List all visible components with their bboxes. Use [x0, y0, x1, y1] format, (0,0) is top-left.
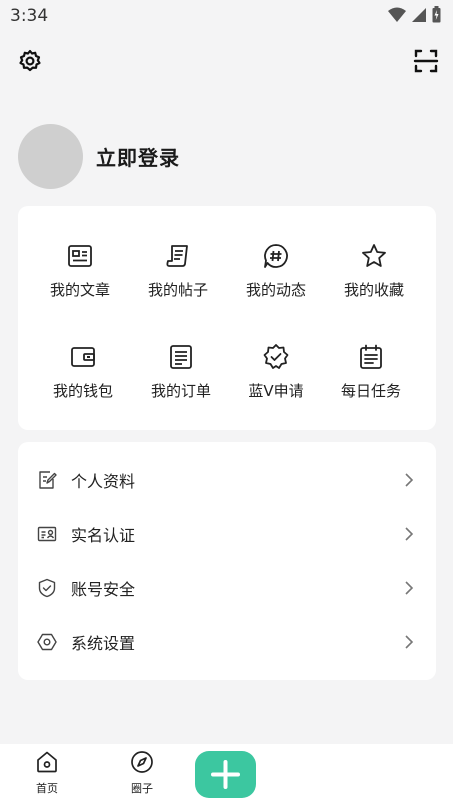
post-icon [166, 245, 188, 267]
grid-label: 我的收藏 [343, 281, 404, 299]
star-icon [362, 244, 386, 267]
avatar[interactable] [18, 123, 83, 189]
home-icon [37, 751, 57, 773]
grid-label: 我的动态 [245, 281, 306, 299]
edit-profile-icon [39, 471, 57, 489]
chevron-right-icon [405, 581, 414, 595]
scan-button[interactable] [413, 48, 439, 74]
settings-list-card: 个人资料 实名认证 账号安全 系统设置 [18, 442, 436, 680]
grid-item-blue-v[interactable]: 蓝V申请 [226, 343, 326, 423]
order-icon [170, 345, 192, 369]
list-label: 系统设置 [71, 634, 136, 653]
list-item-profile[interactable]: 个人资料 [18, 453, 436, 507]
grid-item-daily-tasks[interactable]: 每日任务 [321, 343, 421, 423]
grid-label: 我的文章 [49, 281, 110, 299]
grid-label: 我的钱包 [52, 382, 113, 400]
wallet-icon [71, 347, 95, 367]
status-icons [388, 6, 441, 23]
wifi-icon [388, 7, 406, 22]
list-label: 个人资料 [71, 472, 136, 491]
grid-item-wallet[interactable]: 我的钱包 [33, 343, 133, 423]
list-label: 实名认证 [71, 526, 136, 545]
profile-login[interactable]: 立即登录 [18, 123, 180, 189]
status-time: 3:34 [10, 6, 49, 26]
chevron-right-icon [405, 527, 414, 541]
grid-item-favorites[interactable]: 我的收藏 [324, 242, 424, 322]
grid-label: 每日任务 [340, 382, 401, 400]
list-item-real-name[interactable]: 实名认证 [18, 507, 436, 561]
gear-icon [19, 49, 41, 72]
hashtag-icon [264, 244, 288, 268]
scan-icon [413, 49, 439, 73]
compass-icon [131, 751, 153, 773]
tab-label: 圈子 [131, 782, 153, 795]
grid-label: 我的帖子 [147, 281, 208, 299]
verified-badge-icon [263, 344, 289, 369]
settings-button[interactable] [17, 48, 43, 74]
shield-icon [38, 578, 56, 598]
calendar-task-icon [360, 344, 382, 369]
article-icon [68, 245, 92, 267]
battery-icon [432, 6, 441, 23]
grid-label: 蓝V申请 [248, 382, 304, 400]
create-post-button[interactable] [195, 751, 256, 798]
chevron-right-icon [405, 473, 414, 487]
status-bar: 3:34 [0, 0, 453, 32]
grid-item-orders[interactable]: 我的订单 [131, 343, 231, 423]
plus-icon [211, 760, 240, 789]
login-link[interactable]: 立即登录 [96, 142, 180, 171]
grid-label: 我的订单 [150, 382, 211, 400]
hexagon-settings-icon [37, 633, 57, 651]
quick-actions-card: 我的文章 我的帖子 我的动态 我的收藏 我的钱包 我的订单 蓝V申请 每日任务 [18, 206, 436, 430]
list-label: 账号安全 [71, 580, 136, 599]
tab-circle[interactable]: 圈子 [112, 750, 172, 796]
grid-item-posts[interactable]: 我的帖子 [128, 242, 228, 322]
signal-icon [412, 7, 426, 22]
chevron-right-icon [405, 635, 414, 649]
list-item-system-settings[interactable]: 系统设置 [18, 615, 436, 669]
grid-item-articles[interactable]: 我的文章 [30, 242, 130, 322]
tab-home[interactable]: 首页 [17, 750, 77, 796]
id-card-icon [37, 526, 57, 542]
tab-label: 首页 [36, 782, 58, 795]
list-item-account-security[interactable]: 账号安全 [18, 561, 436, 615]
grid-item-moments[interactable]: 我的动态 [226, 242, 326, 322]
